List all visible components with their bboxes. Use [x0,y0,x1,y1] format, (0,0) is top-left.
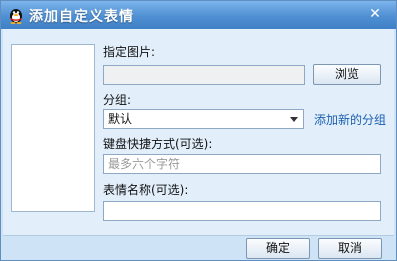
emoticon-name-input[interactable] [103,201,381,221]
dialog-footer: 确定 取消 [3,235,394,260]
image-path-field[interactable] [103,65,305,85]
title-bar[interactable]: 添加自定义表情 ✕ [1,1,396,29]
group-label: 分组: [103,93,132,107]
add-group-link[interactable]: 添加新的分组 [314,111,386,128]
dialog-title: 添加自定义表情 [29,9,134,25]
qq-penguin-icon [10,9,22,24]
name-label: 表情名称(可选): [103,183,189,197]
browse-button[interactable]: 浏览 [313,64,381,85]
image-label: 指定图片: [103,45,156,59]
chevron-down-icon [290,117,298,122]
close-button[interactable]: ✕ [364,5,386,23]
shortcut-label: 键盘快捷方式(可选): [103,137,213,151]
group-selected-value: 默认 [108,112,133,126]
image-preview [11,44,95,212]
close-icon: ✕ [369,6,381,22]
dialog-content: 指定图片: 浏览 分组: 默认 添加新的分组 键盘快捷方式(可选): 表情名称(… [3,29,394,235]
group-select[interactable]: 默认 [103,109,304,129]
shortcut-input[interactable] [103,154,381,174]
ok-button[interactable]: 确定 [246,238,310,259]
add-custom-emoticon-dialog: 添加自定义表情 ✕ 指定图片: 浏览 分组: 默认 添加新的分组 键盘快捷方式(… [0,0,397,261]
cancel-button[interactable]: 取消 [318,238,382,259]
